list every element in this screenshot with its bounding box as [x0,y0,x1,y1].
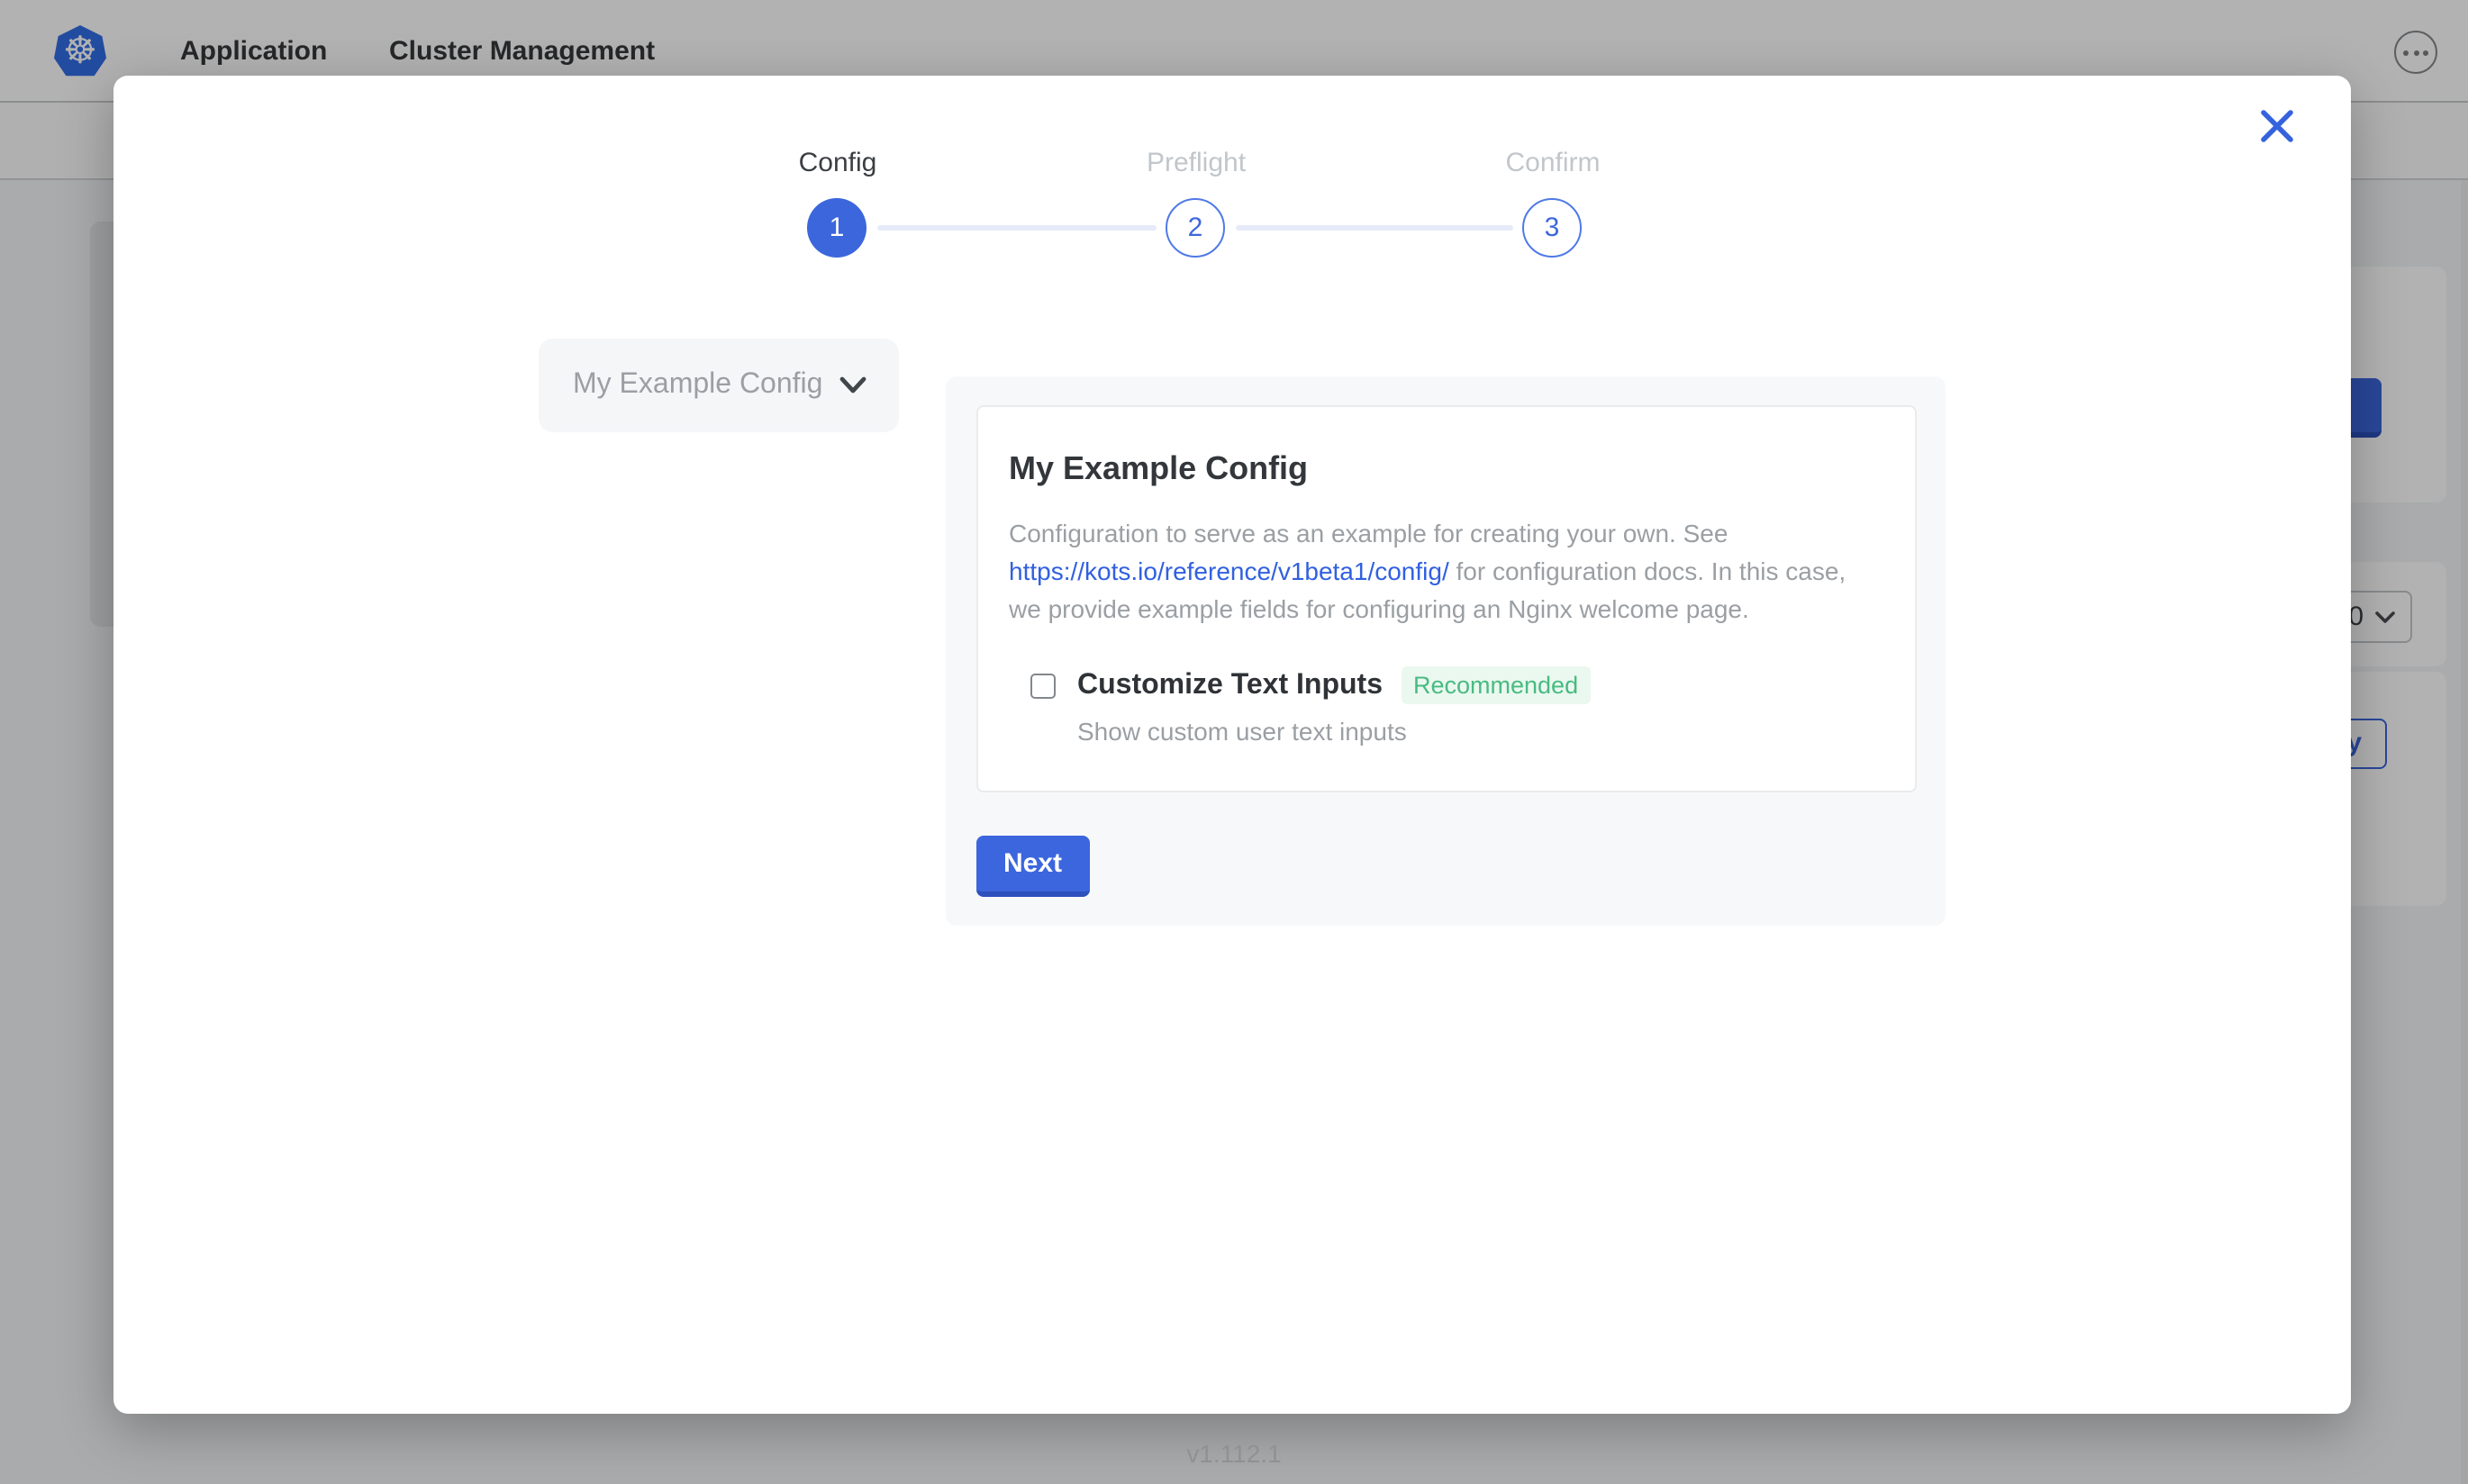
config-wizard-modal: Config Preflight Confirm 1 2 3 My Exampl… [113,76,2351,1414]
step-label-config: Config [712,148,964,178]
recommended-badge: Recommended [1401,666,1591,704]
config-group-card: My Example Config Configuration to serve… [976,405,1917,792]
next-button[interactable]: Next [976,836,1089,897]
config-docs-link[interactable]: https://kots.io/reference/v1beta1/config… [1009,556,1449,585]
customize-text-inputs-checkbox[interactable] [1030,673,1056,698]
step-connector [877,225,1157,231]
close-icon[interactable] [2257,106,2297,146]
checkbox-help-text: Show custom user text inputs [1077,717,1407,746]
config-group-heading: My Example Config [1009,450,1308,488]
step-circle-config[interactable]: 1 [807,198,867,258]
config-group-dropdown[interactable]: My Example Config [539,339,899,432]
chevron-down-icon [839,376,866,394]
step-label-confirm: Confirm [1427,148,1679,178]
app-root: ☸ Application Cluster Management 0 y [0,0,2468,1484]
app-version: v1.112.1 [0,1439,2468,1468]
modal-layer: Config Preflight Confirm 1 2 3 My Exampl… [0,0,2468,1484]
step-connector [1236,225,1513,231]
step-circle-confirm[interactable]: 3 [1522,198,1582,258]
step-circle-preflight[interactable]: 2 [1166,198,1225,258]
step-label-preflight: Preflight [1070,148,1322,178]
checkbox-label[interactable]: Customize Text Inputs [1077,669,1383,701]
config-group-description: Configuration to serve as an example for… [1009,515,1881,629]
config-group-label: My Example Config [573,369,822,402]
checkbox-row: Customize Text Inputs Recommended [1030,666,1591,704]
